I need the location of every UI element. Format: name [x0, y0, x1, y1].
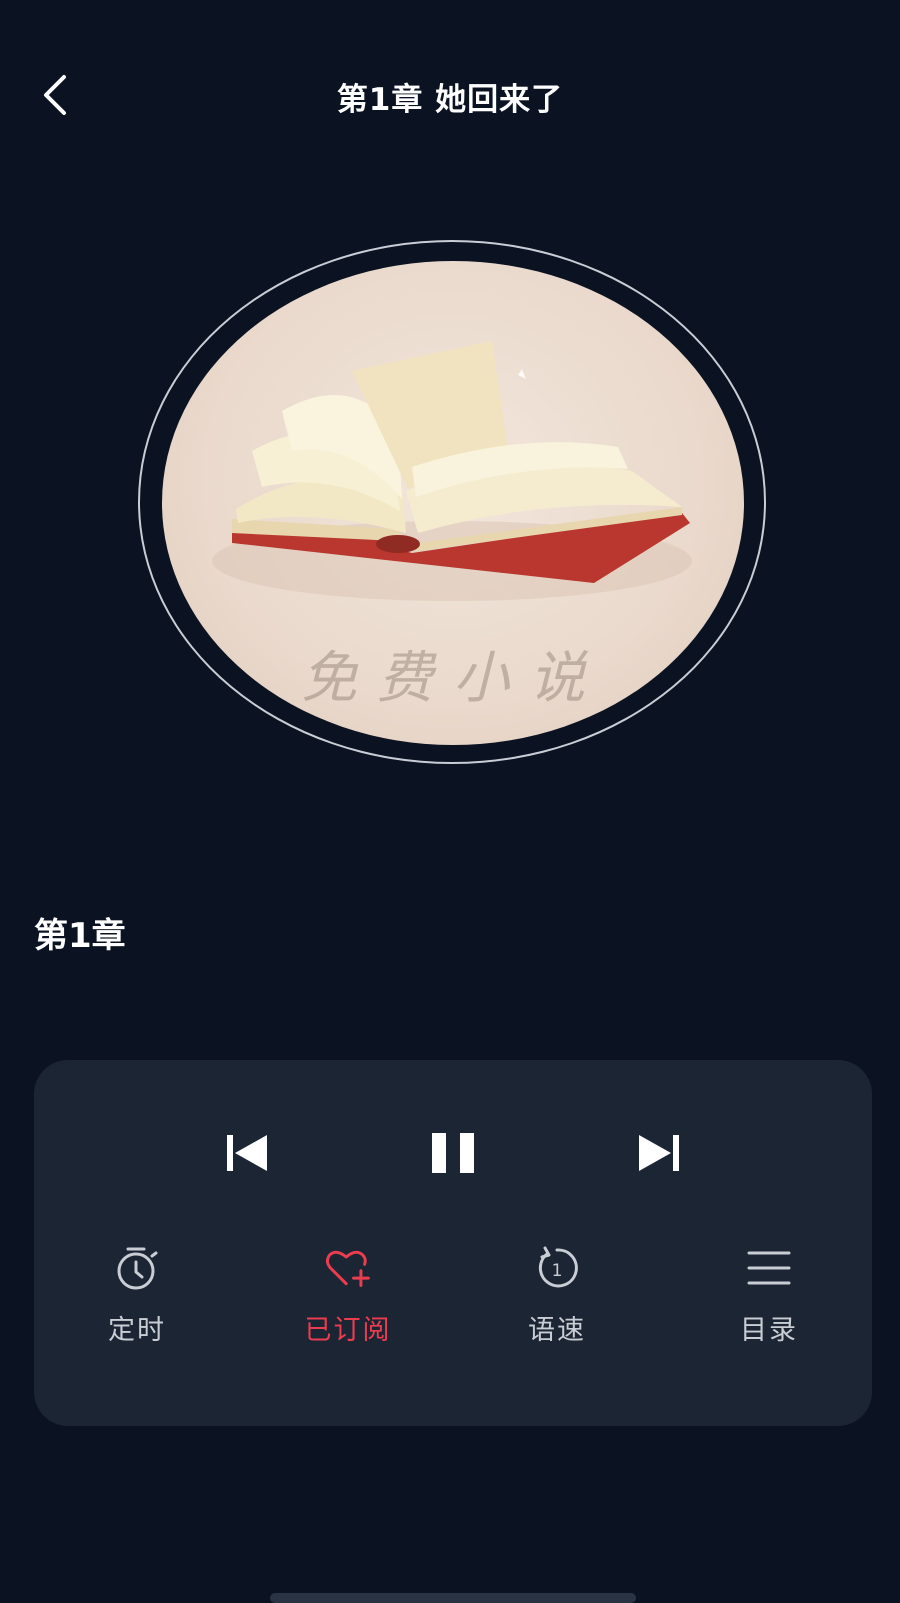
- cover-watermark: 免费小说: [301, 646, 605, 711]
- menu-list-icon: [747, 1251, 791, 1285]
- book-cover: 免费小说: [162, 261, 744, 745]
- speed-button[interactable]: 1 语速: [487, 1244, 627, 1364]
- timer-icon: [117, 1247, 158, 1290]
- home-indicator[interactable]: [270, 1593, 636, 1603]
- skip-next-icon: [639, 1135, 679, 1171]
- speed-icon: 1: [538, 1246, 578, 1288]
- svg-text:1: 1: [552, 1261, 563, 1281]
- skip-previous-icon: [227, 1135, 267, 1171]
- next-chapter-button[interactable]: [634, 1128, 684, 1178]
- timer-button[interactable]: 定时: [67, 1244, 207, 1364]
- table-of-contents-button[interactable]: 目录: [699, 1244, 839, 1364]
- page-title: 第1章 她回来了: [336, 82, 564, 118]
- timer-label: 定时: [108, 1315, 166, 1346]
- previous-chapter-button[interactable]: [222, 1128, 272, 1178]
- subscribe-button[interactable]: 已订阅: [278, 1244, 418, 1364]
- chapter-label: 第1章: [34, 916, 126, 956]
- table-of-contents-label: 目录: [740, 1315, 798, 1346]
- heart-plus-icon: [325, 1250, 370, 1288]
- subscribe-label: 已订阅: [304, 1315, 392, 1346]
- pause-icon: [432, 1133, 474, 1173]
- speed-label: 语速: [528, 1315, 586, 1346]
- pause-button[interactable]: [428, 1128, 478, 1178]
- player-control-panel: 定时 已订阅 1 语速 目录: [34, 1060, 872, 1426]
- top-bar: 第1章 她回来了: [0, 0, 900, 190]
